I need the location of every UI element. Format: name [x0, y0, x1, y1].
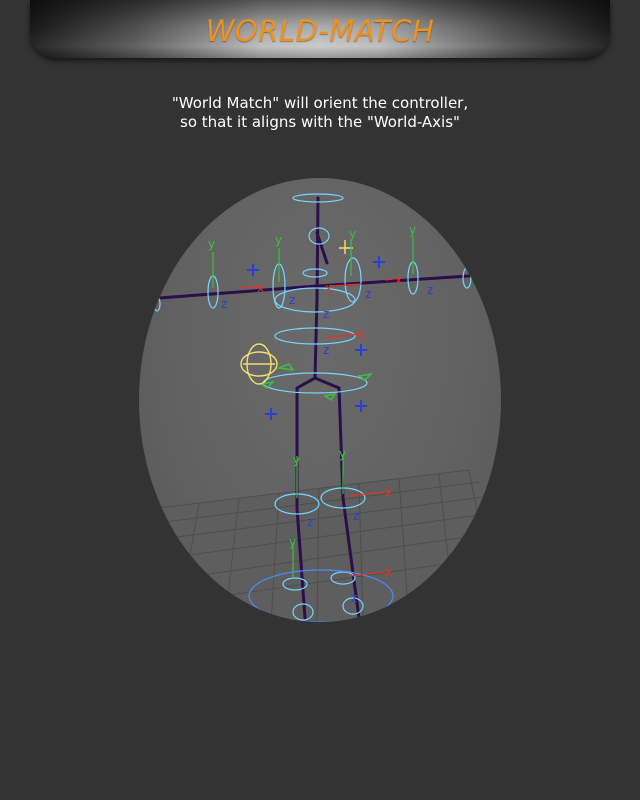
axis-label-x: x [395, 273, 402, 287]
axis-label-y: y [293, 453, 300, 467]
axis-label-z: z [353, 509, 359, 523]
selected-controller[interactable] [240, 240, 353, 385]
axis-label-y: y [275, 233, 282, 247]
axis-label-y: y [409, 223, 416, 237]
axis-label-z: z [323, 307, 329, 321]
rig-scene: y y y y y y y x x x x x x z z z z z z z … [139, 193, 501, 622]
ground-grid [139, 469, 501, 622]
axis-label-z: z [323, 343, 329, 357]
axis-label-x: x [325, 281, 332, 295]
description: "World Match" will orient the controller… [0, 94, 640, 132]
neck-controller[interactable] [302, 268, 328, 278]
axis-label-x: x [385, 485, 392, 499]
axis-label-y: y [208, 237, 215, 251]
axis-label-x: x [357, 327, 364, 341]
description-line-2: so that it aligns with the "World-Axis" [180, 113, 460, 131]
axis-label-z: z [307, 515, 313, 529]
axis-label-y: y [349, 227, 356, 241]
axis-label-x: x [257, 281, 264, 295]
axis-label-z: z [351, 591, 357, 605]
axis-label-z: z [427, 283, 433, 297]
page-title: WORLD-MATCH [205, 14, 435, 48]
axis-label-z: z [365, 287, 371, 301]
wrist-r-controller[interactable] [462, 267, 472, 289]
axis-label-x: x [385, 565, 392, 579]
header-bar: WORLD-MATCH [30, 0, 610, 58]
axis-label-z: z [289, 293, 295, 307]
description-line-1: "World Match" will orient the controller… [171, 94, 469, 112]
wrist-l-controller[interactable] [153, 296, 161, 312]
viewport-3d[interactable]: y y y y y y y x x x x x x z z z z z z z … [139, 178, 501, 622]
chest-controller[interactable] [274, 287, 356, 313]
axis-label-z: z [221, 297, 227, 311]
axis-label-y: y [339, 447, 346, 461]
axis-label-y: y [289, 535, 296, 549]
